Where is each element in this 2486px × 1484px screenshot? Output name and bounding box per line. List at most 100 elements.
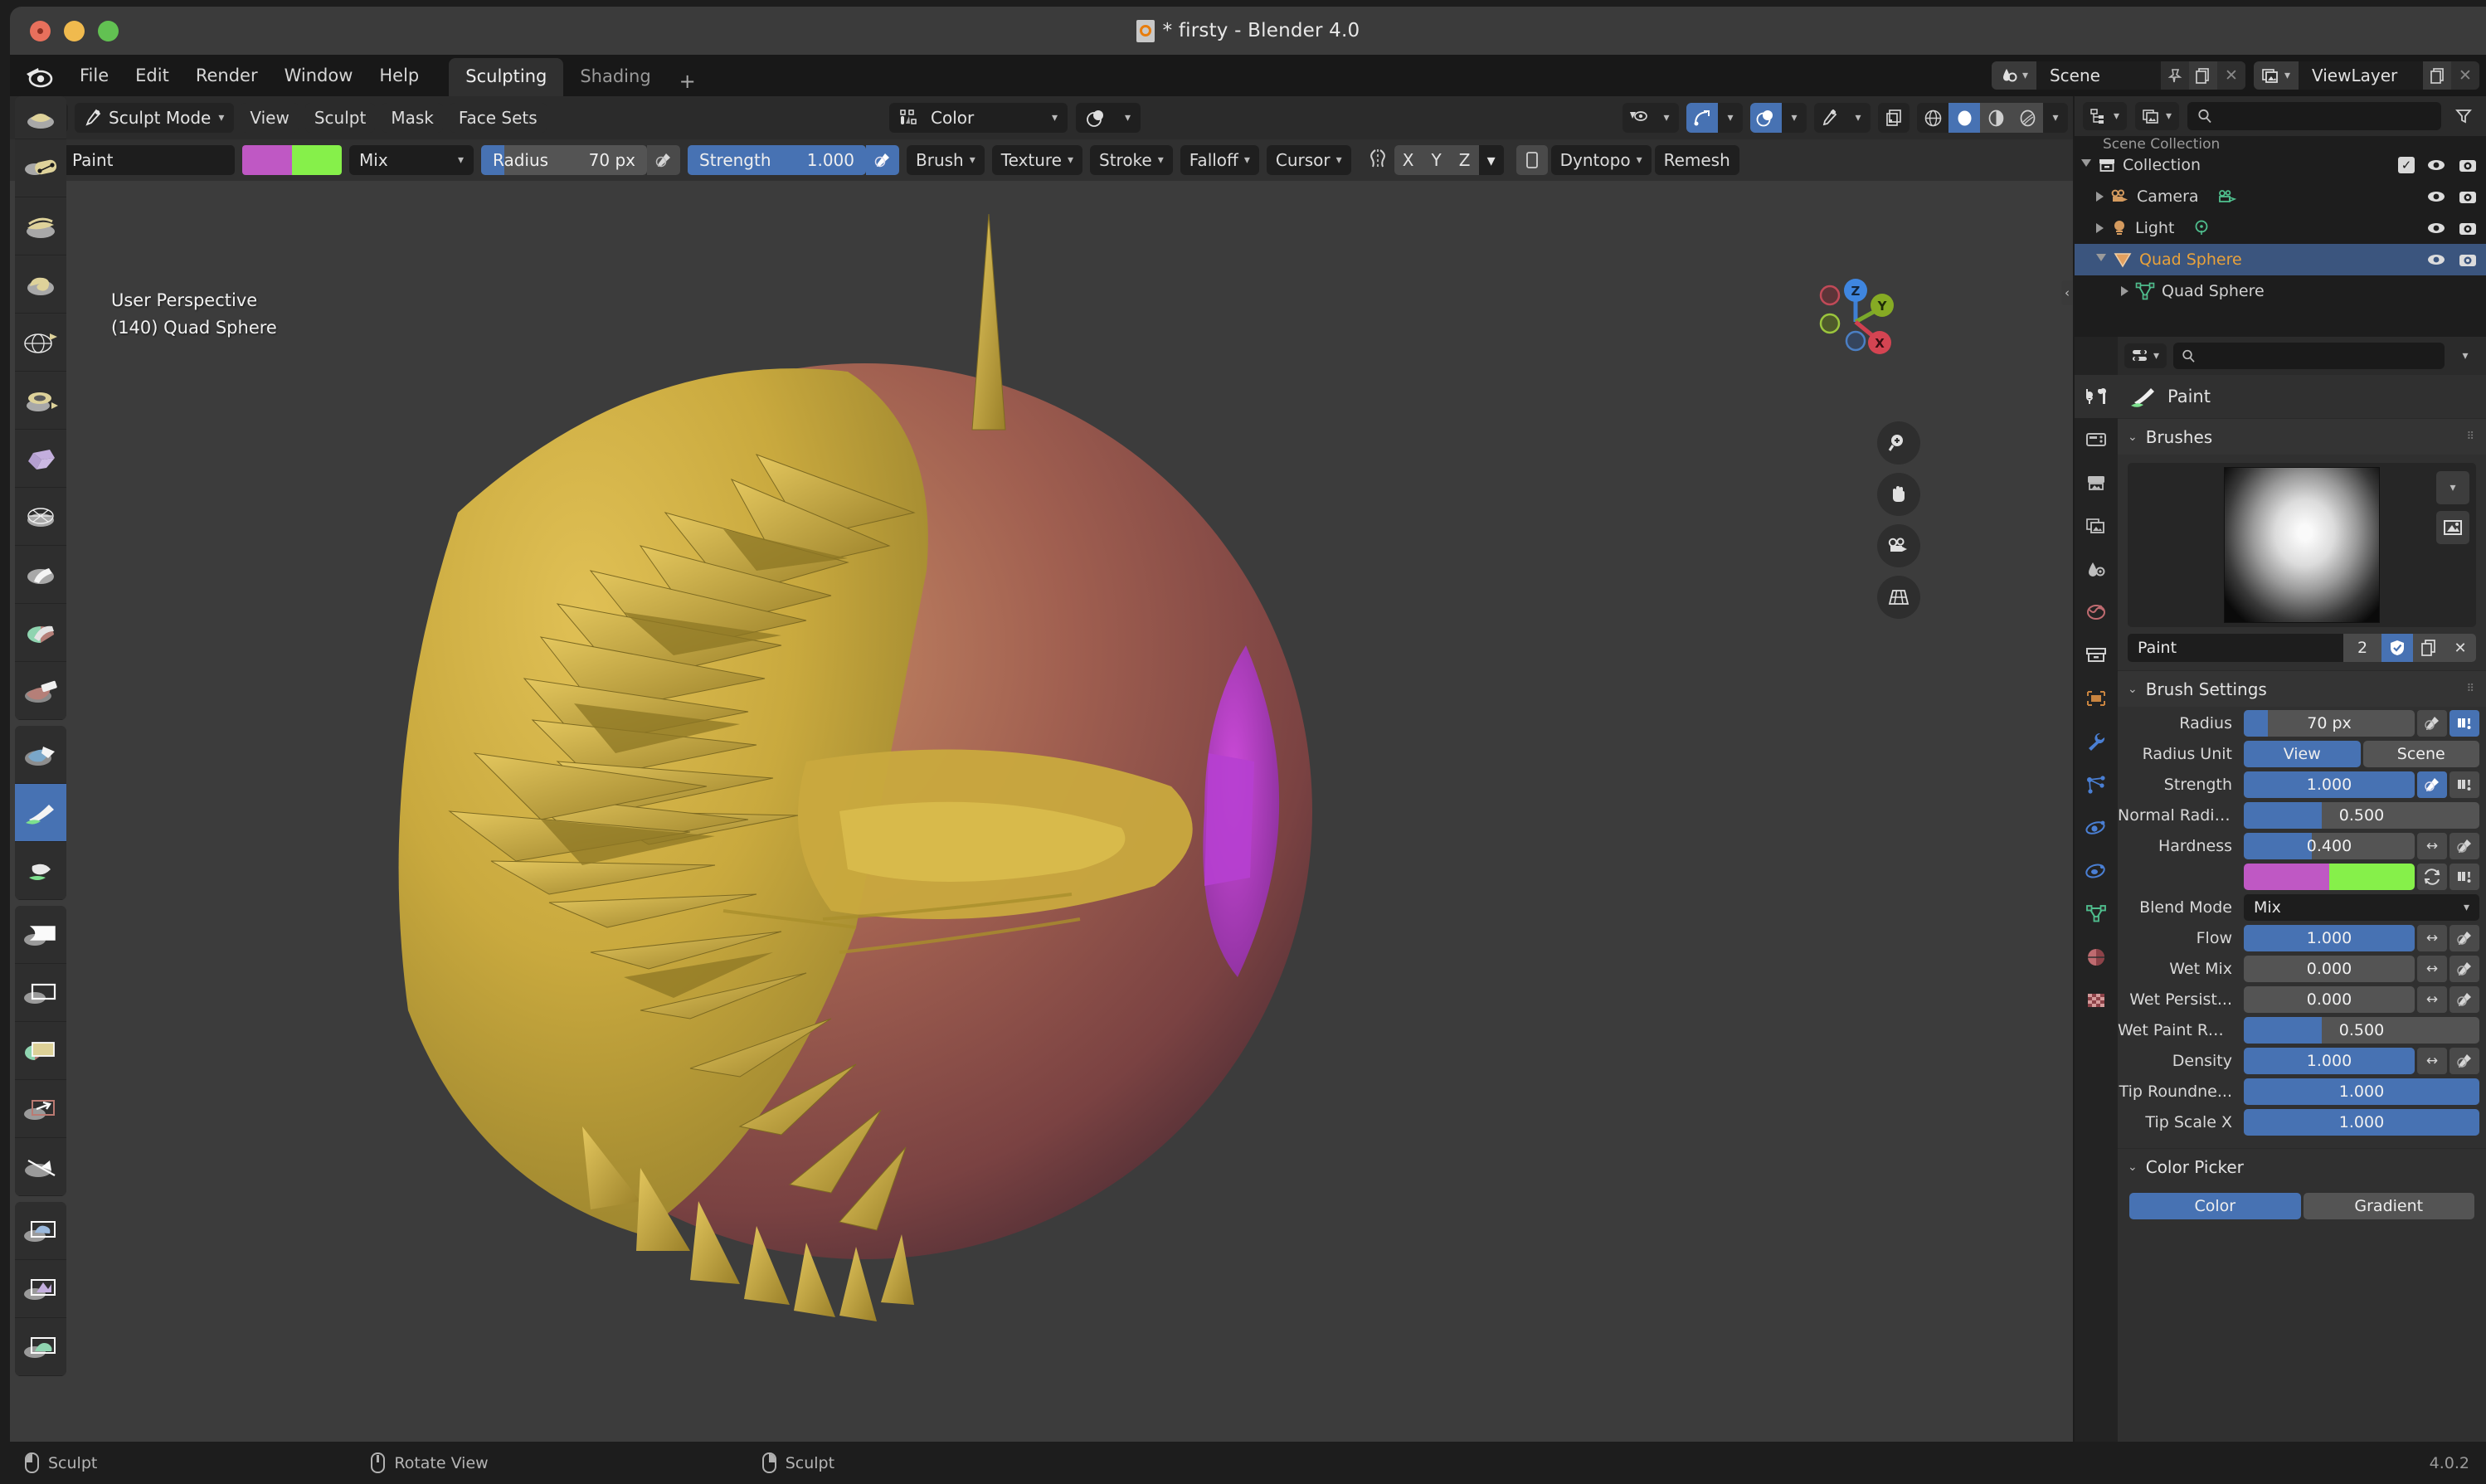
flatten-tool[interactable] bbox=[15, 662, 66, 720]
visibility-popover[interactable]: ▾ bbox=[1622, 103, 1679, 133]
radius-pressure-icon[interactable] bbox=[647, 145, 680, 175]
primary-color-swatch[interactable] bbox=[242, 145, 292, 175]
strength-unified-icon[interactable] bbox=[2450, 771, 2479, 798]
wet-mix-pressure-icon[interactable] bbox=[2450, 956, 2479, 982]
menu-file[interactable]: File bbox=[66, 61, 122, 90]
unlink-scene-icon[interactable]: ✕ bbox=[2216, 61, 2245, 90]
image-icon[interactable] bbox=[2436, 511, 2469, 544]
hardness-arrows-icon[interactable]: ↔ bbox=[2417, 833, 2447, 859]
brush-users-count[interactable]: 2 bbox=[2343, 634, 2381, 662]
wet-persistence-pressure-icon[interactable] bbox=[2450, 986, 2479, 1013]
tab-shading[interactable]: Shading bbox=[563, 58, 667, 96]
clay-tool[interactable] bbox=[15, 197, 66, 255]
scene-icon[interactable]: ▾ bbox=[1991, 61, 2036, 90]
radius-unit-view-button[interactable]: View bbox=[2244, 741, 2361, 767]
strength-pressure-icon[interactable] bbox=[866, 145, 899, 175]
brush-list-chevron-down-icon[interactable]: ▾ bbox=[2436, 471, 2469, 504]
copy-icon[interactable] bbox=[2413, 634, 2445, 662]
camera-view-icon[interactable] bbox=[1877, 524, 1920, 567]
symmetry-y[interactable]: Y bbox=[1422, 145, 1451, 175]
menu-window[interactable]: Window bbox=[271, 61, 367, 90]
strength-slider[interactable]: Strength 1.000 bbox=[688, 145, 866, 175]
outliner-row-collection[interactable]: Collection ✓ bbox=[2075, 149, 2486, 181]
wet-mix-slider[interactable]: 0.000 bbox=[2244, 956, 2415, 982]
symmetry-x[interactable]: X bbox=[1394, 145, 1423, 175]
menu-render[interactable]: Render bbox=[182, 61, 271, 90]
gizmo-icon[interactable] bbox=[1686, 103, 1718, 133]
mesh-filter-tool[interactable] bbox=[15, 1202, 66, 1260]
xray-icon[interactable] bbox=[1814, 103, 1846, 133]
draw-tool[interactable] bbox=[15, 96, 66, 139]
viewport-menu-view[interactable]: View bbox=[241, 103, 299, 133]
smooth-tool[interactable] bbox=[15, 604, 66, 662]
density-arrows-icon[interactable]: ↔ bbox=[2417, 1048, 2447, 1074]
secondary-color-swatch[interactable] bbox=[292, 145, 342, 175]
viewport-shading-material-icon[interactable] bbox=[1980, 103, 2012, 133]
viewport-menu-mask[interactable]: Mask bbox=[382, 103, 443, 133]
tip-scale-x-slider[interactable]: 1.000 bbox=[2244, 1109, 2479, 1136]
panel-drag-dots[interactable]: ⠿ bbox=[2466, 684, 2476, 694]
properties-editor-icon[interactable]: ▾ bbox=[2124, 343, 2167, 368]
density-slider[interactable]: 1.000 bbox=[2244, 1048, 2415, 1074]
collection-visibility-group[interactable]: ✓ bbox=[2398, 157, 2478, 173]
quad-sphere-visibility-group[interactable] bbox=[2426, 251, 2478, 268]
active-brush-name[interactable]: Paint bbox=[61, 145, 235, 175]
toggle-perspective-icon[interactable] bbox=[1877, 576, 1920, 619]
x-icon[interactable]: ✕ bbox=[2445, 634, 2476, 662]
brush-color-swatches[interactable] bbox=[242, 145, 342, 175]
scene-name[interactable]: Scene bbox=[2036, 61, 2161, 90]
viewport-menu-face-sets[interactable]: Face Sets bbox=[449, 103, 547, 133]
scene-selector[interactable]: ▾ Scene ✕ bbox=[1991, 61, 2245, 90]
inflate-tool[interactable] bbox=[15, 430, 66, 488]
particles-tab[interactable] bbox=[2075, 763, 2118, 806]
strength-pressure-icon[interactable] bbox=[2417, 771, 2447, 798]
filter-funnel-icon[interactable] bbox=[2450, 102, 2478, 130]
box-mask-tool[interactable] bbox=[15, 906, 66, 964]
brush-datablock-name[interactable]: Paint bbox=[2128, 634, 2343, 662]
fill-tool[interactable] bbox=[15, 726, 66, 784]
overlays-icon[interactable] bbox=[1750, 103, 1782, 133]
panel-drag-dots[interactable]: ⠿ bbox=[2466, 431, 2476, 442]
brush-popover[interactable]: Brush ▾ bbox=[907, 145, 985, 175]
strength-slider[interactable]: 1.000 bbox=[2244, 771, 2415, 798]
shading-chevron-down-icon[interactable]: ▾ bbox=[2043, 103, 2068, 133]
camera-expand-icon[interactable] bbox=[2096, 192, 2104, 202]
new-scene-copy-icon[interactable] bbox=[2188, 61, 2217, 90]
collection-expand-icon[interactable] bbox=[2081, 158, 2091, 172]
color-filter-tool[interactable] bbox=[15, 1318, 66, 1376]
viewport-shading-rendered-icon[interactable] bbox=[2012, 103, 2043, 133]
color-unified-icon[interactable] bbox=[2450, 864, 2479, 890]
cursor-popover[interactable]: Cursor ▾ bbox=[1266, 145, 1351, 175]
zoom-icon[interactable] bbox=[1877, 421, 1920, 465]
stroke-popover[interactable]: Stroke ▾ bbox=[1090, 145, 1173, 175]
symmetry-chevron-down-icon[interactable]: ▾ bbox=[1478, 145, 1504, 175]
flow-pressure-icon[interactable] bbox=[2450, 925, 2479, 951]
viewlayer-selector[interactable]: ▾ ViewLayer ✕ bbox=[2253, 61, 2479, 90]
draw-sharp-tool[interactable] bbox=[15, 139, 66, 197]
color-attribute-selector[interactable]: Color ▾ bbox=[889, 103, 1068, 133]
radius-unified-icon[interactable] bbox=[2450, 710, 2479, 737]
viewport-shading-wireframe-icon[interactable] bbox=[1917, 103, 1948, 133]
gizmo-popover[interactable]: ▾ bbox=[1686, 103, 1743, 133]
view-layer-tab[interactable] bbox=[2075, 504, 2118, 547]
light-expand-icon[interactable] bbox=[2096, 223, 2104, 233]
wet-persistence-slider[interactable]: 0.000 bbox=[2244, 986, 2415, 1013]
scene-tab[interactable] bbox=[2075, 547, 2118, 591]
wet-mix-arrows-icon[interactable]: ↔ bbox=[2417, 956, 2447, 982]
wet-persistence-arrows-icon[interactable]: ↔ bbox=[2417, 986, 2447, 1013]
radius-unit-scene-button[interactable]: Scene bbox=[2362, 741, 2479, 767]
flow-arrows-icon[interactable]: ↔ bbox=[2417, 925, 2447, 951]
toggle-xray-button[interactable] bbox=[1878, 103, 1910, 133]
outliner-search-input[interactable] bbox=[2187, 102, 2441, 130]
line-project-tool[interactable] bbox=[15, 1138, 66, 1196]
brush-color-swatches[interactable] bbox=[2244, 864, 2415, 890]
pan-hand-icon[interactable] bbox=[1877, 473, 1920, 516]
color-picker-panel-header[interactable]: ⌄ Color Picker bbox=[2118, 1148, 2486, 1185]
blender-logo-icon[interactable] bbox=[25, 62, 53, 89]
physics-tab[interactable] bbox=[2075, 806, 2118, 849]
color-picker-collapse-chevron-icon[interactable]: ⌄ bbox=[2128, 1160, 2138, 1174]
swap-colors-icon[interactable] bbox=[2417, 864, 2447, 890]
outliner-row-quad-sphere-object[interactable]: Quad Sphere bbox=[2075, 244, 2486, 275]
toggle-xray-icon[interactable] bbox=[1878, 103, 1910, 133]
properties-filter-chevron-down-icon[interactable]: ▾ bbox=[2451, 342, 2479, 370]
